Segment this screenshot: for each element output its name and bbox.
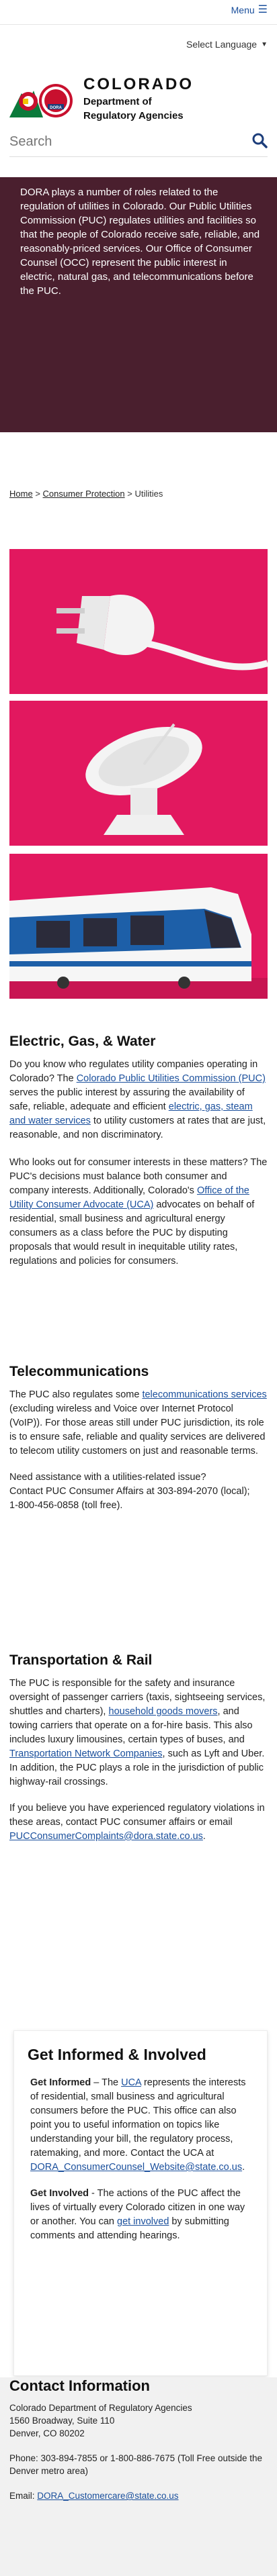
- get-involved-link[interactable]: get involved: [117, 2216, 169, 2227]
- contact-phone: Phone: 303-894-7855 or 1-800-886-7675 (T…: [9, 2453, 263, 2476]
- breadcrumb-consumer-protection[interactable]: Consumer Protection: [43, 489, 125, 499]
- menu-button[interactable]: Menu ☰: [231, 4, 268, 16]
- site-logo[interactable]: DORA COLORADO Department of Regulatory A…: [9, 75, 268, 122]
- text-span: Contact PUC Consumer Affairs at 303-894-…: [9, 1486, 250, 1497]
- text-span: Email:: [9, 2491, 38, 2501]
- language-label: Select Language: [186, 39, 258, 50]
- contact-heading: Contact Information: [9, 2377, 150, 2394]
- footer-bottom: [0, 2536, 277, 2576]
- uca-card-link[interactable]: UCA: [121, 2077, 141, 2088]
- contact-email-link[interactable]: DORA_Customercare@state.co.us: [37, 2491, 178, 2501]
- contact-street: 1560 Broadway, Suite 110: [9, 2416, 115, 2426]
- electric-paragraph-2: Who looks out for consumer interests in …: [9, 1156, 268, 1269]
- text-span: Get Informed: [30, 2077, 91, 2088]
- text-span: If you believe you have experienced regu…: [9, 1803, 265, 1828]
- contact-city: Denver, CO 80202: [9, 2428, 85, 2438]
- get-involved-paragraph: Get Involved - The actions of the PUC af…: [28, 2187, 253, 2243]
- text-span: .: [242, 2162, 245, 2173]
- transport-paragraph-2: If you believe you have experienced regu…: [9, 1801, 268, 1844]
- tnc-link[interactable]: Transportation Network Companies: [9, 1748, 163, 1759]
- colorado-logo-icon: DORA: [9, 77, 77, 120]
- electric-section: Electric, Gas, & Water Do you know who r…: [9, 1034, 268, 1269]
- intro-banner: DORA plays a number of roles related to …: [0, 177, 277, 432]
- household-goods-link[interactable]: household goods movers: [109, 1706, 218, 1717]
- logo-dept-line2: Regulatory Agencies: [83, 110, 184, 121]
- text-span: The PUC also regulates some: [9, 1389, 143, 1400]
- electric-plug-image: [9, 549, 268, 694]
- divider: [0, 24, 277, 25]
- telecom-section: Telecommunications The PUC also regulate…: [9, 1364, 268, 1513]
- complaints-email-link[interactable]: PUCConsumerComplaints@dora.state.co.us: [9, 1831, 203, 1842]
- logo-state: COLORADO: [83, 75, 194, 93]
- text-span: Need assistance with a utilities-related…: [9, 1472, 206, 1483]
- uca-email-link[interactable]: DORA_ConsumerCounsel_Website@state.co.us: [30, 2162, 242, 2173]
- text-span: (excluding wireless and Voice over Inter…: [9, 1403, 266, 1456]
- top-bar: Menu ☰: [0, 0, 277, 24]
- text-span: .: [202, 1831, 206, 1842]
- breadcrumb-separator: >: [127, 489, 132, 499]
- text-span: Get Involved: [30, 2188, 89, 2199]
- telecom-paragraph-1: The PUC also regulates some telecommunic…: [9, 1388, 268, 1458]
- electric-heading: Electric, Gas, & Water: [9, 1034, 156, 1049]
- transport-heading: Transportation & Rail: [9, 1652, 153, 1668]
- chevron-down-icon: ▼: [261, 40, 268, 48]
- search-input[interactable]: [9, 134, 211, 150]
- contact-email-line: Email: DORA_Customercare@state.co.us: [9, 2489, 268, 2502]
- contact-org: Colorado Department of Regulatory Agenci…: [9, 2403, 192, 2413]
- breadcrumb-separator: >: [35, 489, 40, 499]
- transport-section: Transportation & Rail The PUC is respons…: [9, 1652, 268, 1844]
- light-rail-train-image: [9, 854, 268, 999]
- text-span: 1-800-456-0858 (toll free).: [9, 1500, 123, 1511]
- search-bar: [9, 128, 268, 157]
- svg-text:DORA: DORA: [50, 106, 62, 110]
- electric-paragraph-1: Do you know who regulates utility compan…: [9, 1058, 268, 1142]
- intro-text: DORA plays a number of roles related to …: [20, 187, 260, 297]
- hamburger-icon: ☰: [258, 4, 268, 15]
- telecom-heading: Telecommunications: [9, 1364, 149, 1379]
- telecom-paragraph-2: Need assistance with a utilities-related…: [9, 1471, 268, 1513]
- breadcrumb-current: Utilities: [134, 489, 163, 499]
- language-select[interactable]: Select Language ▼: [186, 39, 268, 50]
- breadcrumb: Home > Consumer Protection > Utilities: [9, 489, 163, 499]
- get-informed-card: Get Informed & Involved Get Informed – T…: [13, 2030, 268, 2376]
- satellite-dish-image: [9, 701, 268, 846]
- card-heading: Get Informed & Involved: [28, 2046, 206, 2063]
- puc-link[interactable]: Colorado Public Utilities Commission (PU…: [77, 1073, 266, 1084]
- text-span: – The: [91, 2077, 122, 2088]
- transport-paragraph-1: The PUC is responsible for the safety an…: [9, 1677, 268, 1789]
- logo-dept-line1: Department of: [83, 96, 152, 107]
- search-icon[interactable]: [251, 132, 268, 152]
- breadcrumb-home[interactable]: Home: [9, 489, 33, 499]
- get-informed-paragraph: Get Informed – The UCA represents the in…: [28, 2076, 253, 2175]
- text-span: represents the interests of residential,…: [30, 2077, 246, 2159]
- telecom-services-link[interactable]: telecommunications services: [142, 1389, 266, 1400]
- menu-label: Menu: [231, 5, 255, 15]
